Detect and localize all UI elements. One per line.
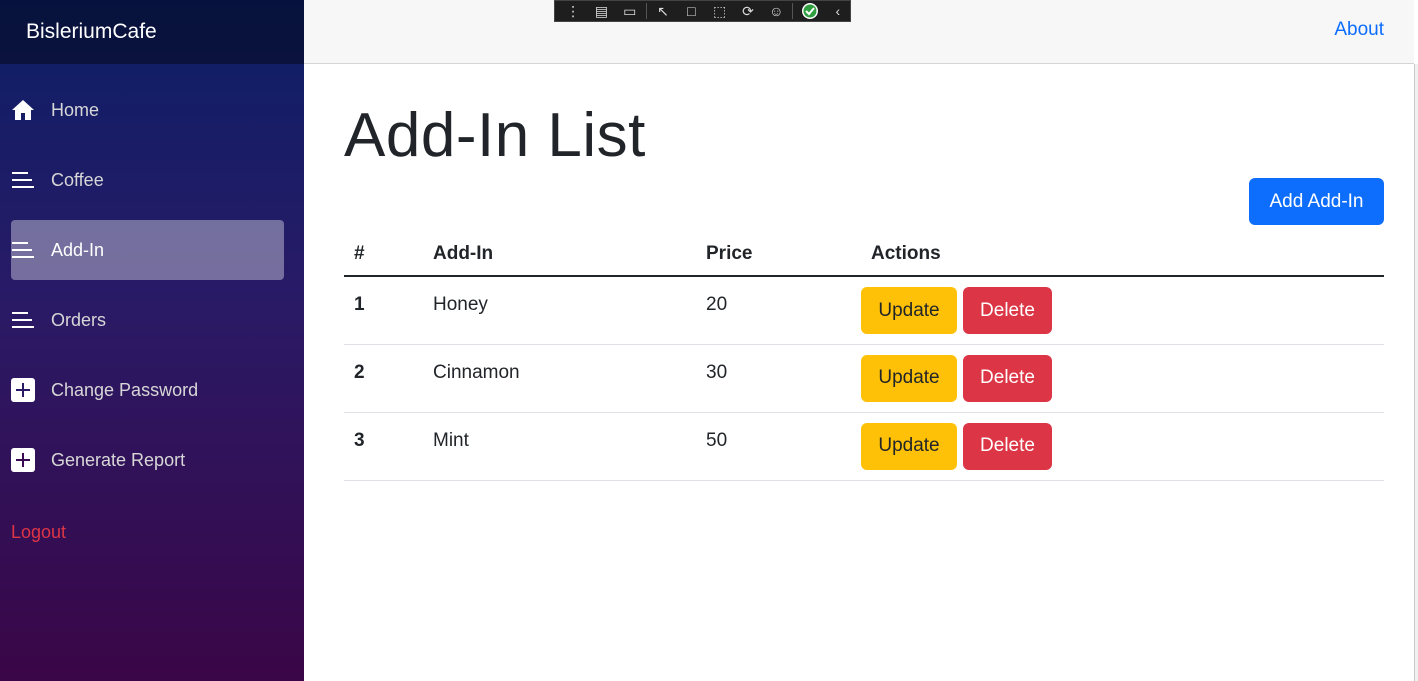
row-actions: Update Delete [861,412,1384,481]
sidebar-item-label: Coffee [51,169,104,190]
accessibility-icon[interactable]: ☺ [764,2,788,20]
update-button[interactable]: Update [861,422,957,470]
sidebar-item-label: Add-In [51,239,105,260]
sidebar-nav: Home Coffee Add-In Orders Change Passwor… [0,64,304,490]
sidebar-item-label: Orders [51,309,107,330]
delete-button[interactable]: Delete [963,422,1052,470]
sidebar-item-generate-report[interactable]: Generate Report [11,430,284,490]
add-in-name: Honey [423,276,696,345]
sidebar: BisleriumCafe Home Coffee Add-In Orders [0,0,304,681]
add-add-in-button[interactable]: Add Add-In [1249,178,1384,225]
sidebar-item-add-in[interactable]: Add-In [11,220,284,280]
debug-toolbar: ⋮ ▤ ▭ ↖ □ ⬚ ⟳ ☺ ‹ [554,0,851,22]
grip-icon[interactable]: ⋮ [561,2,585,20]
row-number: 1 [344,276,423,345]
table-row: 3 Mint 50 Update Delete [344,412,1384,481]
sidebar-item-change-password[interactable]: Change Password [11,360,284,420]
column-header-add-in: Add-In [423,232,696,277]
column-header-number: # [344,232,423,277]
add-in-price: 20 [696,276,861,345]
add-in-price: 30 [696,344,861,413]
home-icon [11,98,35,122]
add-in-price: 50 [696,412,861,481]
row-actions: Update Delete [861,276,1384,345]
layout-adorner-icon[interactable]: □ [679,2,703,20]
track-focus-icon[interactable]: ⬚ [708,2,732,20]
table-header-row: # Add-In Price Actions [344,232,1384,277]
add-in-name: Cinnamon [423,344,696,413]
sidebar-item-orders[interactable]: Orders [11,290,284,350]
list-icon [11,168,35,192]
page-title: Add-In List [344,101,646,170]
update-button[interactable]: Update [861,354,957,402]
divider [792,3,794,19]
divider [645,3,647,19]
collapse-icon[interactable]: ‹ [826,2,850,20]
delete-button[interactable]: Delete [963,287,1052,334]
sidebar-item-coffee[interactable]: Coffee [11,150,284,210]
plus-square-icon [11,378,35,402]
column-header-price: Price [696,232,861,277]
camera-icon[interactable]: ▭ [618,2,642,20]
sidebar-item-label: Change Password [51,379,199,400]
window-edge [1414,64,1418,681]
sidebar-header: BisleriumCafe [0,0,304,64]
list-icon [11,238,35,262]
row-number: 3 [344,412,423,481]
table-row: 2 Cinnamon 30 Update Delete [344,344,1384,413]
add-in-table: # Add-In Price Actions 1 Honey 20 Update… [344,232,1384,481]
row-number: 2 [344,344,423,413]
top-bar: About [304,0,1414,64]
about-link[interactable]: About [1334,19,1384,41]
sidebar-item-label: Generate Report [51,449,186,470]
delete-button[interactable]: Delete [963,354,1052,402]
plus-square-icon [11,448,35,472]
row-actions: Update Delete [861,344,1384,413]
check-circle-icon[interactable] [797,2,821,20]
main-content: Add-In List Add Add-In # Add-In Price Ac… [344,64,1384,481]
hot-reload-icon[interactable]: ⟳ [736,2,760,20]
table-row: 1 Honey 20 Update Delete [344,276,1384,345]
list-icon [11,308,35,332]
sidebar-item-label: Home [51,99,100,120]
column-header-actions: Actions [861,232,1384,277]
brand-title[interactable]: BisleriumCafe [26,20,157,44]
select-element-icon[interactable]: ↖ [651,2,675,20]
logout-link[interactable]: Logout [11,522,66,543]
update-button[interactable]: Update [861,287,957,334]
sidebar-item-home[interactable]: Home [11,80,284,140]
add-in-name: Mint [423,412,696,481]
live-tree-icon[interactable]: ▤ [589,2,613,20]
